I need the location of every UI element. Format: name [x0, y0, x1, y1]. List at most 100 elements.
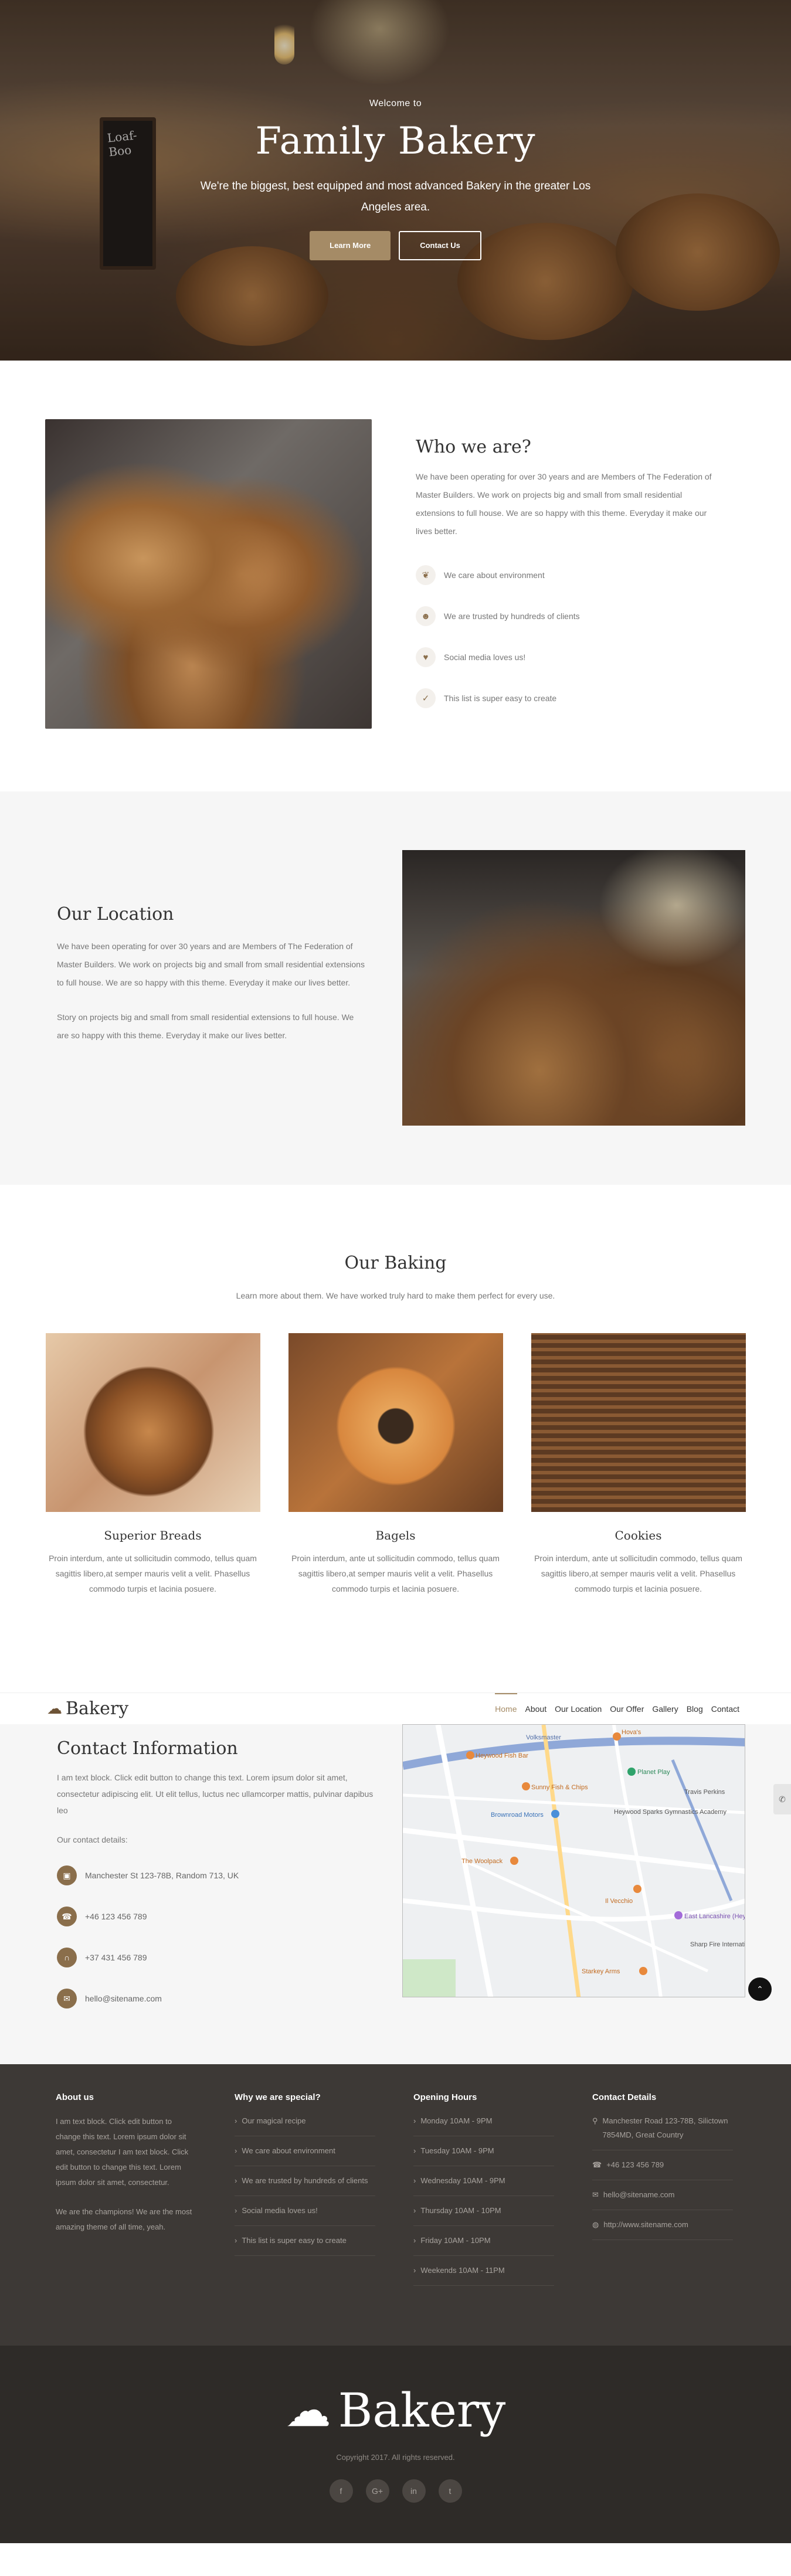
- chevron-right-icon: ›: [235, 2146, 237, 2155]
- facebook-icon[interactable]: f: [329, 2479, 353, 2503]
- chevron-right-icon: ›: [235, 2116, 237, 2125]
- chevron-right-icon: ›: [413, 2146, 416, 2155]
- footer-hours: Opening Hours › Monday 10AM - 9PM › Tuesda…: [413, 2092, 592, 2346]
- contact-text: I am text block. Click edit button to ch…: [57, 1773, 374, 1815]
- check-icon: ✓: [416, 688, 436, 708]
- card-text: Proin interdum, ante ut sollicitudin com…: [49, 1554, 257, 1593]
- card-text: Proin interdum, ante ut sollicitudin com…: [291, 1554, 500, 1593]
- contact-value: Manchester St 123-78B, Random 713, UK: [85, 1871, 239, 1880]
- chevron-right-icon: ›: [413, 2116, 416, 2125]
- footer-hours-item: › Friday 10AM - 10PM: [413, 2226, 554, 2256]
- card-title: Superior Breads: [104, 1528, 202, 1542]
- contact-item: ☎ +46 123 456 789: [57, 1896, 374, 1937]
- card-title: Bagels: [375, 1528, 416, 1542]
- contact-section: Contact Information I am text block. Cli…: [0, 1724, 791, 2064]
- nav-item-contact[interactable]: Contact: [711, 1704, 739, 1714]
- feature-label: We are trusted by hundreds of clients: [444, 611, 580, 621]
- card-text: Proin interdum, ante ut sollicitudin com…: [534, 1554, 742, 1593]
- map-icon: ▣: [57, 1865, 77, 1885]
- contact-email-link[interactable]: hello@sitename.com: [85, 1994, 162, 2003]
- nav-item-location[interactable]: Our Location: [555, 1704, 602, 1714]
- location-section: Our Location We have been operating for …: [0, 791, 791, 1185]
- footer-hours-item: › Monday 10AM - 9PM: [413, 2114, 554, 2136]
- map-label: The Woolpack: [461, 1858, 503, 1865]
- location-text-1: We have been operating for over 30 years…: [57, 942, 365, 987]
- footer-contact-item[interactable]: ◍ http://www.sitename.com: [592, 2210, 733, 2240]
- nav-item-gallery[interactable]: Gallery: [652, 1704, 678, 1714]
- globe-icon: ◍: [592, 2220, 599, 2229]
- google-plus-icon[interactable]: G+: [365, 2479, 389, 2503]
- feature-item: ☻ We are trusted by hundreds of clients: [416, 596, 721, 637]
- footer-logo-text: Bakery: [338, 2383, 506, 2438]
- headset-icon: ∩: [57, 1948, 77, 1967]
- footer-contact: Contact Details ⚲ Manchester Road 123-78B…: [592, 2092, 771, 2346]
- nav-item-offer[interactable]: Our Offer: [610, 1704, 644, 1714]
- map-label: Brownroad Motors: [491, 1812, 544, 1819]
- map-canvas: Volksmaster Hova's Heywood Fish Bar Plan…: [403, 1725, 745, 1997]
- who-text: We have been operating for over 30 years…: [416, 472, 712, 536]
- location-text-2: Story on projects big and small from sma…: [57, 1012, 354, 1040]
- nav-item-home[interactable]: Home: [495, 1693, 517, 1714]
- contact-item[interactable]: ✉ hello@sitename.com: [57, 1978, 374, 2019]
- footer-hours-item: › Tuesday 10AM - 9PM: [413, 2136, 554, 2166]
- back-to-top-icon[interactable]: ⌃: [748, 1977, 772, 2001]
- footer-list-item[interactable]: › We are trusted by hundreds of clients: [235, 2166, 375, 2196]
- social-links: f G+ in t: [0, 2479, 791, 2503]
- location-photo: [402, 850, 745, 1126]
- map-label: Starkey Arms: [582, 1968, 620, 1975]
- map-label: Sharp Fire Internationa: [690, 1941, 745, 1948]
- contact-value: +37 431 456 789: [85, 1953, 147, 1962]
- learn-more-button[interactable]: Learn More: [310, 231, 391, 260]
- footer-hours-item: › Wednesday 10AM - 9PM: [413, 2166, 554, 2196]
- contact-us-button[interactable]: Contact Us: [399, 231, 481, 260]
- feature-label: We care about environment: [444, 570, 545, 580]
- footer-list-item[interactable]: › This list is super easy to create: [235, 2226, 375, 2256]
- map-label: Il Vecchio: [605, 1898, 633, 1905]
- leaf-icon: ❦: [416, 565, 436, 585]
- who-we-are-section: Who we are? We have been operating for o…: [0, 361, 791, 791]
- footer-heading: Why we are special?: [235, 2092, 321, 2102]
- sticky-navbar: ☁ Bakery Home About Our Location Our Off…: [0, 1693, 791, 1724]
- feature-item: ✓ This list is super easy to create: [416, 678, 721, 719]
- footer-contact-item[interactable]: ✉ hello@sitename.com: [592, 2180, 733, 2210]
- nav-item-blog[interactable]: Blog: [687, 1704, 703, 1714]
- mail-icon: ✉: [57, 1989, 77, 2009]
- footer-heading: Opening Hours: [413, 2092, 477, 2102]
- phone-icon: ☎: [57, 1906, 77, 1926]
- chevron-right-icon: ›: [235, 2206, 237, 2215]
- feature-label: Social media loves us!: [444, 653, 526, 662]
- feature-item: ♥ Social media loves us!: [416, 637, 721, 678]
- site-logo[interactable]: ☁ Bakery: [47, 1698, 128, 1719]
- map-label: Travis Perkins: [684, 1789, 725, 1796]
- heart-icon: ♥: [416, 647, 436, 667]
- card-title: Cookies: [615, 1528, 662, 1542]
- footer-list-item[interactable]: › We care about environment: [235, 2136, 375, 2166]
- chevron-right-icon: ›: [413, 2236, 416, 2245]
- footer-list-item[interactable]: › Social media loves us!: [235, 2196, 375, 2226]
- bread-photo: [45, 1333, 260, 1512]
- footer-about: About us I am text block. Click edit but…: [56, 2092, 235, 2346]
- map-label: Planet Play: [637, 1769, 670, 1776]
- footer-logo[interactable]: ☁ Bakery: [286, 2383, 506, 2438]
- copyright: Copyright 2017. All rights reserved.: [336, 2453, 455, 2462]
- contact-item: ∩ +37 431 456 789: [57, 1937, 374, 1978]
- footer-hours-item: › Weekends 10AM - 11PM: [413, 2256, 554, 2286]
- twitter-icon[interactable]: t: [438, 2479, 462, 2503]
- chevron-right-icon: ›: [235, 2236, 237, 2245]
- footer-list-item[interactable]: › Our magical recipe: [235, 2114, 375, 2136]
- baking-card: Superior Breads Proin interdum, ante ut …: [45, 1333, 260, 1596]
- nav-item-about[interactable]: About: [525, 1704, 547, 1714]
- who-photo: [45, 419, 372, 729]
- baking-title: Our Baking: [344, 1253, 447, 1273]
- chevron-right-icon: ›: [413, 2266, 416, 2275]
- baking-card: Cookies Proin interdum, ante ut sollicit…: [531, 1333, 746, 1596]
- location-map[interactable]: Volksmaster Hova's Heywood Fish Bar Plan…: [402, 1724, 745, 1997]
- hero-lead: We're the biggest, best equipped and mos…: [200, 180, 591, 213]
- who-title: Who we are?: [416, 437, 531, 457]
- linkedin-icon[interactable]: in: [402, 2479, 426, 2503]
- map-label: Heywood Sparks Gymnastics Academy: [614, 1809, 727, 1816]
- hero-title: Family Bakery: [255, 120, 536, 163]
- whatsapp-float-icon[interactable]: ✆: [773, 1784, 791, 1814]
- map-label: Hova's: [622, 1729, 641, 1736]
- map-label: East Lancashire (Heywood Station): [684, 1913, 745, 1920]
